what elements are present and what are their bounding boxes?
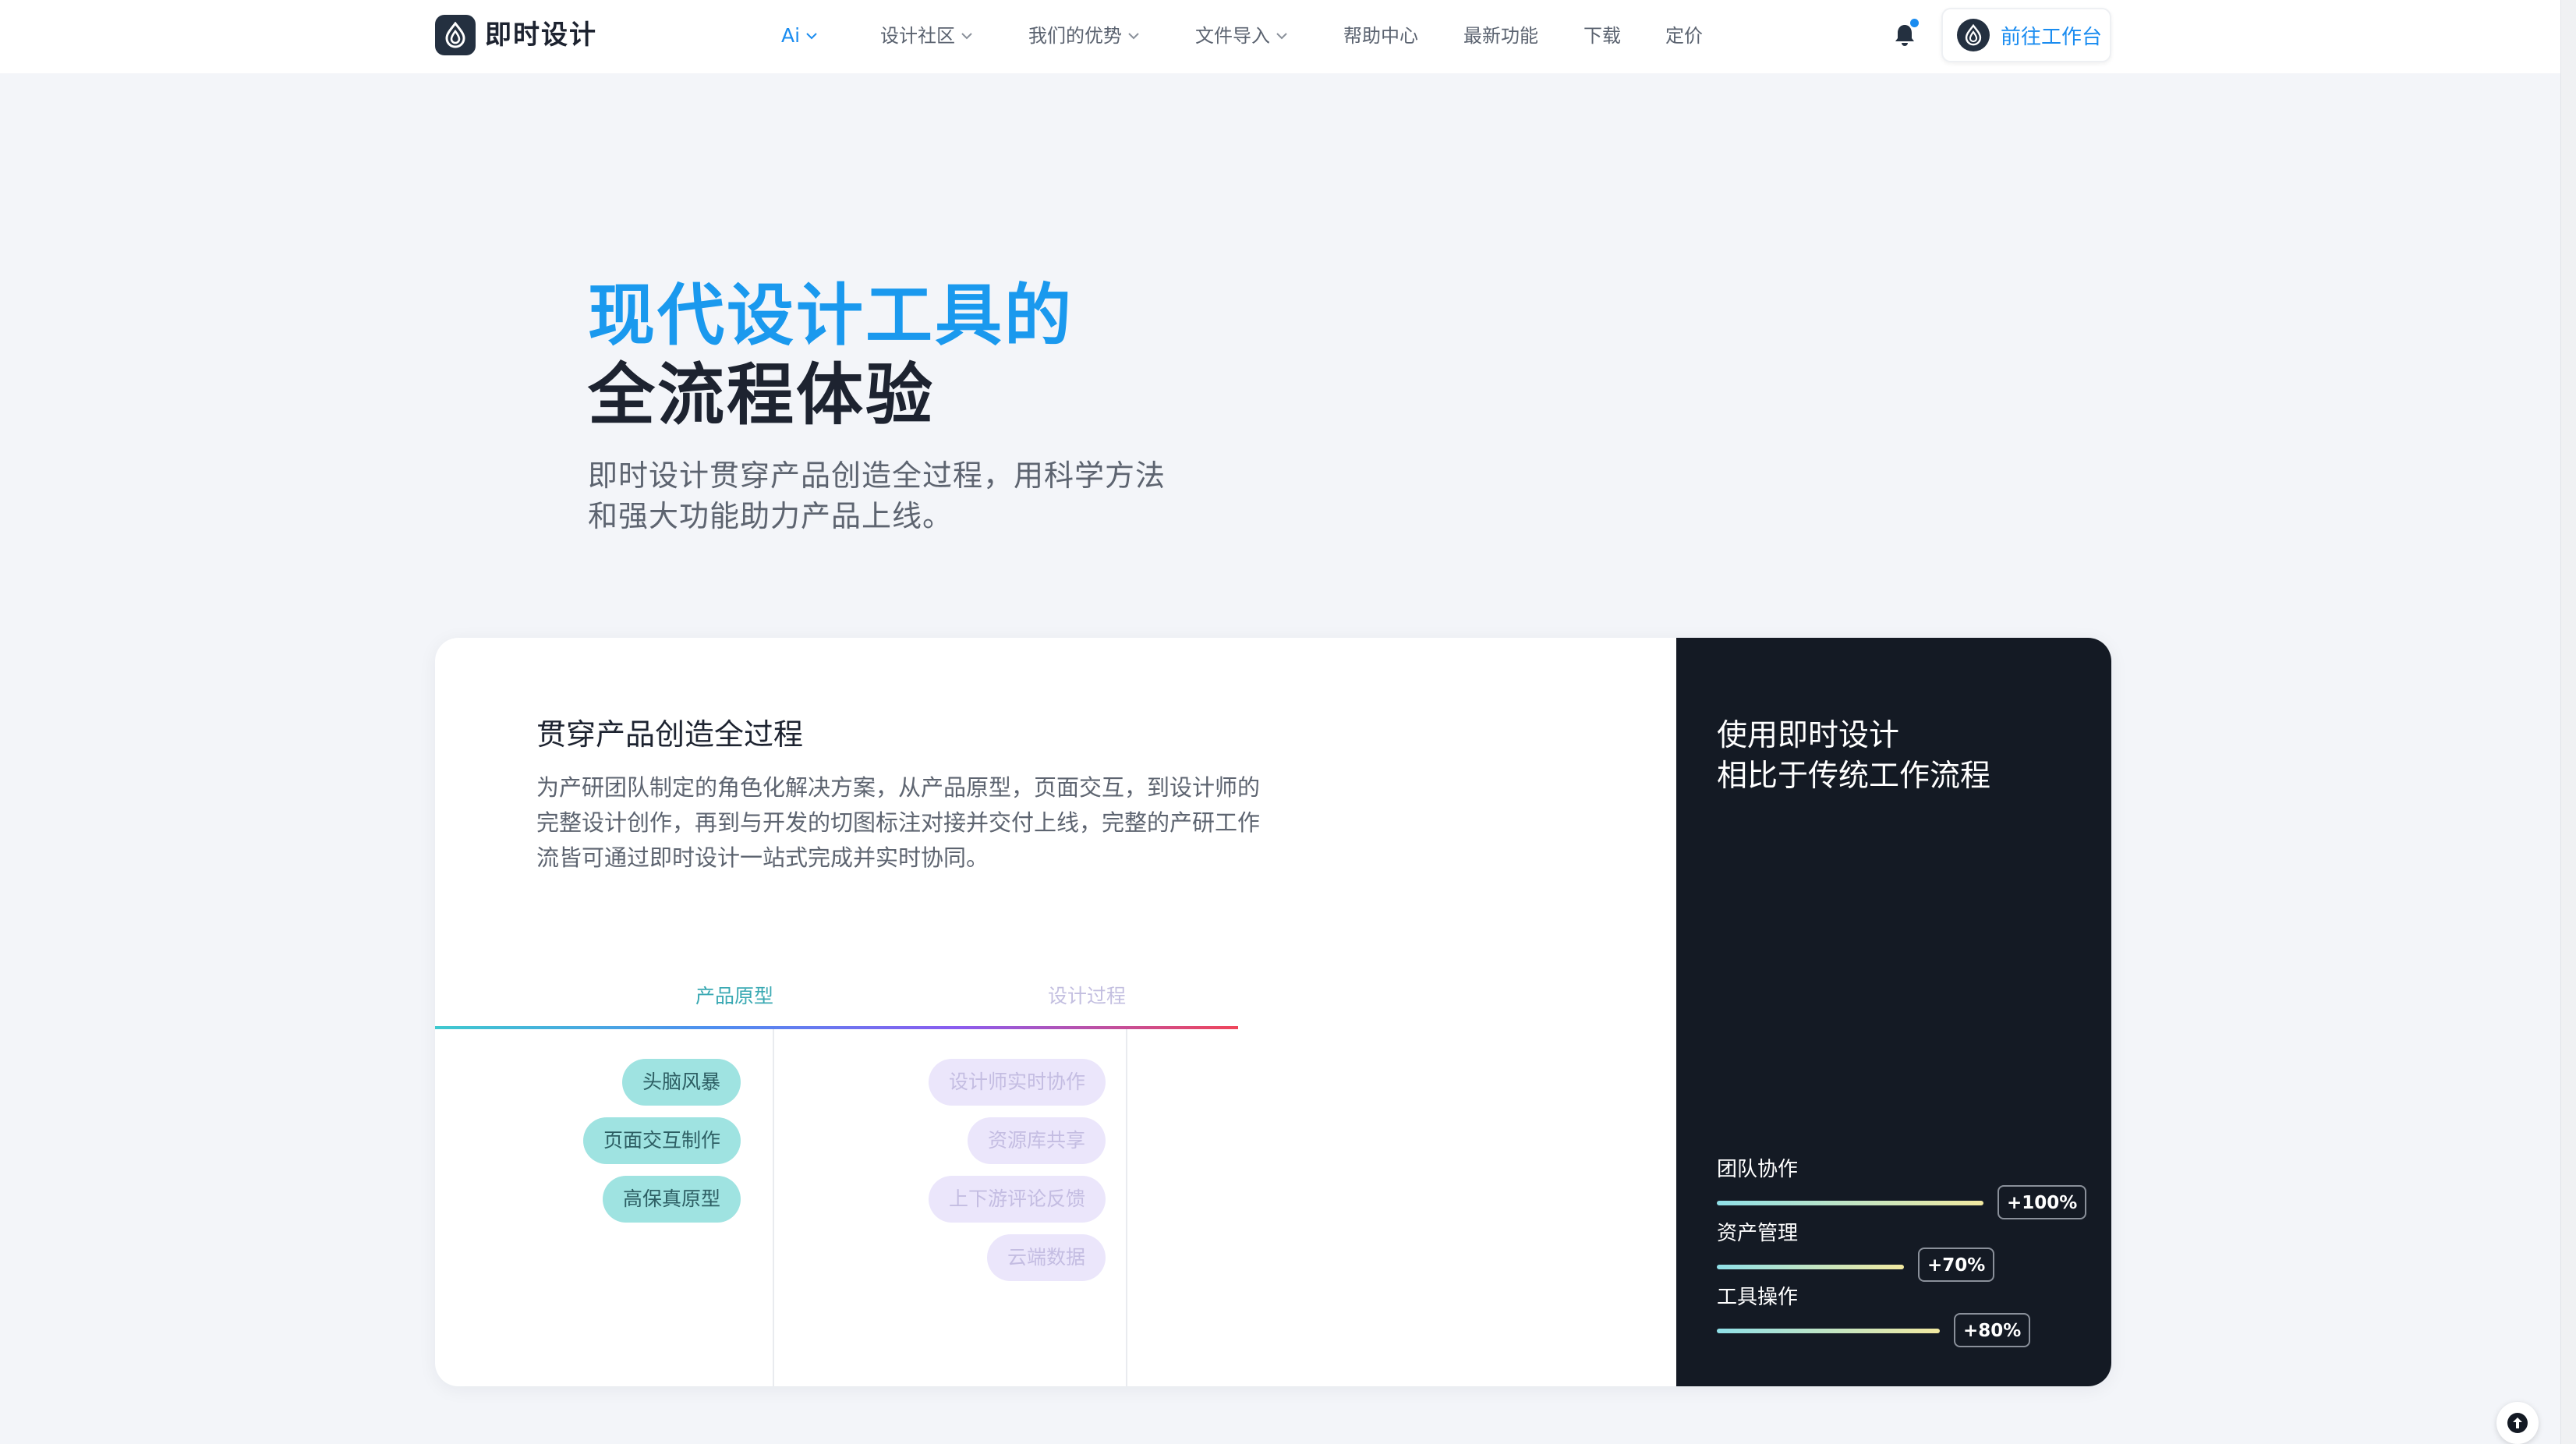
back-to-top-button[interactable] bbox=[2496, 1402, 2539, 1444]
nav-item-label: 文件导入 bbox=[1195, 25, 1270, 47]
tab-design-process[interactable]: 设计过程 bbox=[1048, 982, 1126, 1010]
logo-icon bbox=[1957, 19, 1990, 51]
column-divider bbox=[773, 1029, 774, 1386]
nav-item-label: 帮助中心 bbox=[1343, 25, 1418, 47]
logo-icon[interactable] bbox=[435, 15, 476, 55]
nav-item-label: 下载 bbox=[1583, 25, 1621, 47]
go-to-workbench-button[interactable]: 前往工作台 bbox=[1941, 8, 2111, 62]
metric-value-assets: +70% bbox=[1918, 1248, 1995, 1282]
hero-title-line-1: 现代设计工具的 bbox=[588, 277, 1074, 355]
metric-label-team: 团队协作 bbox=[1717, 1158, 1799, 1181]
metric-bar-team bbox=[1717, 1201, 1983, 1205]
comparison-heading-line-1: 使用即时设计 bbox=[1717, 718, 1900, 753]
nav-item-new-features[interactable]: 最新功能 bbox=[1463, 22, 1538, 50]
pill-comment-feedback[interactable]: 上下游评论反馈 bbox=[928, 1176, 1106, 1223]
hero-title-line-2: 全流程体验 bbox=[588, 356, 935, 434]
nav-item-label: 最新功能 bbox=[1463, 25, 1538, 47]
hero-subtitle: 即时设计贯穿产品创造全过程，用科学方法和强大功能助力产品上线。 bbox=[588, 458, 1166, 533]
metric-bar-tools bbox=[1717, 1329, 1940, 1333]
logo-text[interactable]: 即时设计 bbox=[485, 16, 597, 55]
pill-hifi-prototype[interactable]: 高保真原型 bbox=[602, 1176, 741, 1223]
pill-page-interaction[interactable]: 页面交互制作 bbox=[582, 1117, 741, 1164]
notification-dot bbox=[1910, 19, 1919, 27]
comparison-heading-line-2: 相比于传统工作流程 bbox=[1717, 759, 1991, 794]
nav-item-label: 我们的优势 bbox=[1028, 25, 1122, 47]
pill-library-sharing[interactable]: 资源库共享 bbox=[967, 1117, 1106, 1164]
pill-brainstorm[interactable]: 头脑风暴 bbox=[621, 1059, 741, 1106]
nav-item-label: 设计社区 bbox=[880, 25, 955, 47]
metric-value-tools: +80% bbox=[1954, 1313, 2031, 1347]
chevron-down-icon bbox=[1128, 33, 1139, 40]
metric-bar-assets bbox=[1717, 1265, 1904, 1269]
pill-realtime-collab[interactable]: 设计师实时协作 bbox=[928, 1059, 1106, 1106]
chevron-down-icon bbox=[806, 33, 817, 40]
nav-item-label: Ai bbox=[781, 24, 801, 47]
metric-label-tools: 工具操作 bbox=[1717, 1286, 1799, 1309]
pill-cloud-data[interactable]: 云端数据 bbox=[986, 1234, 1106, 1281]
metric-value-team: +100% bbox=[1997, 1185, 2087, 1219]
tab-product-prototype[interactable]: 产品原型 bbox=[695, 982, 773, 1010]
chevron-down-icon bbox=[1276, 33, 1287, 40]
arrow-up-icon bbox=[2507, 1413, 2528, 1433]
nav-item-community[interactable]: 设计社区 bbox=[880, 22, 972, 50]
tab-indicator-line bbox=[435, 1026, 1238, 1029]
top-navigation-bar: 即时设计 Ai 设计社区 我们的优势 文件导入 帮助中心 最新功能 下载 定价 bbox=[0, 0, 2560, 73]
page-scrollbar[interactable] bbox=[2560, 0, 2576, 1444]
feature-heading: 贯穿产品创造全过程 bbox=[536, 717, 804, 752]
metric-label-assets: 资产管理 bbox=[1717, 1222, 1799, 1245]
feature-description: 为产研团队制定的角色化解决方案，从产品原型，页面交互，到设计师的完整设计创作，再… bbox=[536, 774, 1261, 871]
nav-item-file-import[interactable]: 文件导入 bbox=[1195, 22, 1287, 50]
column-divider bbox=[1126, 1029, 1127, 1386]
nav-item-download[interactable]: 下载 bbox=[1583, 22, 1621, 50]
nav-item-ai[interactable]: Ai bbox=[781, 22, 817, 50]
nav-item-label: 定价 bbox=[1665, 25, 1703, 47]
chevron-down-icon bbox=[961, 33, 972, 40]
nav-item-help-center[interactable]: 帮助中心 bbox=[1343, 22, 1418, 50]
workbench-button-label: 前往工作台 bbox=[2001, 25, 2103, 49]
nav-item-pricing[interactable]: 定价 bbox=[1665, 22, 1703, 50]
nav-item-advantages[interactable]: 我们的优势 bbox=[1028, 22, 1139, 50]
